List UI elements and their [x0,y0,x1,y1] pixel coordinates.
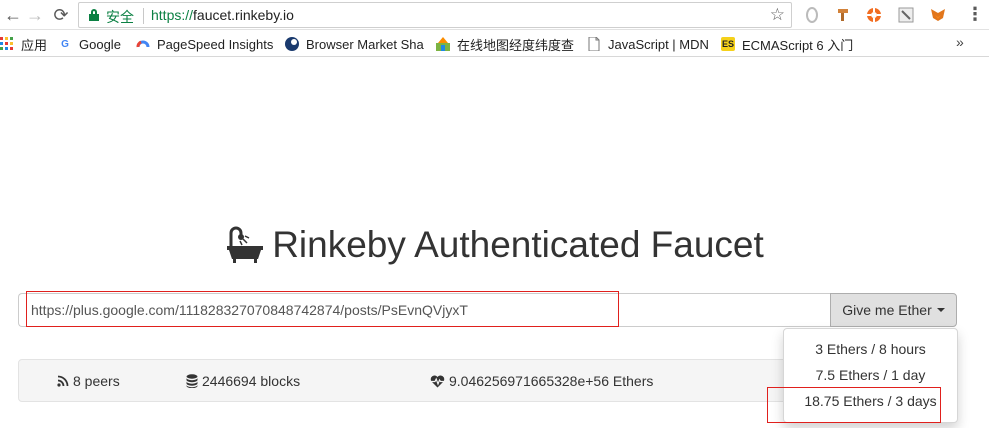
bookmark-label: ECMAScript 6 入门 [742,37,854,53]
pagespeed-icon [136,37,150,51]
rss-icon [57,375,69,387]
dropdown-option-1-day[interactable]: 7.5 Ethers / 1 day [784,362,957,388]
blocks-stat: 2446694 blocks [186,373,300,389]
star-icon[interactable]: ☆ [770,5,785,25]
bookmark-browser-market[interactable]: Browser Market Sha [285,35,424,53]
lock-icon [89,9,99,21]
bookmark-pagespeed[interactable]: PageSpeed Insights [136,35,273,53]
bookmarks-bar: 应用 G Google PageSpeed Insights Browser M… [0,30,989,57]
divider [143,8,144,24]
url-text[interactable]: https://faucet.rinkeby.io [151,7,294,23]
bookmark-google[interactable]: G Google [58,35,121,53]
bookmark-map[interactable]: 在线地图经度纬度查 [436,35,574,53]
request-form: Give me Ether [18,293,957,327]
dropdown-option-3-days[interactable]: 18.75 Ethers / 3 days [784,388,957,414]
bookmark-es6[interactable]: ES ECMAScript 6 入门 [721,35,853,53]
social-post-url-input[interactable] [18,293,831,327]
back-icon[interactable]: ← [2,4,24,26]
extension-lifebuoy-icon[interactable] [866,7,882,23]
address-bar[interactable]: 安全 https://faucet.rinkeby.io ☆ [78,2,792,28]
bookmark-label: Google [79,36,121,52]
bookmark-label: JavaScript | MDN [608,36,709,52]
security-label: 安全 [106,9,134,25]
peers-count: 8 peers [73,373,120,389]
bookmarks-overflow-button[interactable]: » [956,34,964,50]
url-scheme: https:// [151,7,194,23]
give-me-ether-button[interactable]: Give me Ether [830,293,957,327]
more-vert-icon[interactable]: ⋮ [966,5,984,23]
peers-stat: 8 peers [57,373,120,389]
funds-stat: 9.046256971665328e+56 Ethers [430,373,653,389]
forward-icon[interactable]: → [24,4,46,26]
funds-amount: 9.046256971665328e+56 Ethers [449,373,654,389]
database-icon [186,374,198,388]
extension-pin-icon[interactable] [835,7,851,23]
apps-grid-icon [0,37,14,51]
blocks-count: 2446694 blocks [202,373,301,389]
bookmark-mdn[interactable]: JavaScript | MDN [587,35,709,53]
browser-toolbar: ← → ⟳ 安全 https://faucet.rinkeby.io ☆ ⋮ [0,0,989,30]
url-host: faucet.rinkeby.io [193,7,294,23]
dropdown-option-8-hours[interactable]: 3 Ethers / 8 hours [784,336,957,362]
page-title-text: Rinkeby Authenticated Faucet [272,224,764,265]
ether-amount-dropdown: 3 Ethers / 8 hours 7.5 Ethers / 1 day 18… [783,328,958,423]
caret-down-icon [936,308,945,312]
give-me-ether-label: Give me Ether [842,302,932,318]
bookmark-label: Browser Market Sha [306,36,424,52]
metamask-fox-icon[interactable] [930,7,946,23]
bath-icon [225,225,265,265]
google-icon: G [61,38,69,50]
es-icon: ES [721,37,735,51]
extension-notion-icon[interactable] [898,7,914,23]
extension-opera-icon[interactable] [804,7,820,23]
map-icon [436,37,450,51]
document-icon [587,37,601,51]
page-title: Rinkeby Authenticated Faucet [0,224,989,266]
bookmark-apps[interactable]: 应用 [0,35,47,53]
bookmark-label: 在线地图经度纬度查 [457,37,575,53]
heartbeat-icon [430,375,445,387]
bookmark-label: PageSpeed Insights [157,36,274,52]
browser-market-icon [285,37,299,51]
bookmark-label: 应用 [21,37,48,53]
reload-icon[interactable]: ⟳ [50,4,72,26]
